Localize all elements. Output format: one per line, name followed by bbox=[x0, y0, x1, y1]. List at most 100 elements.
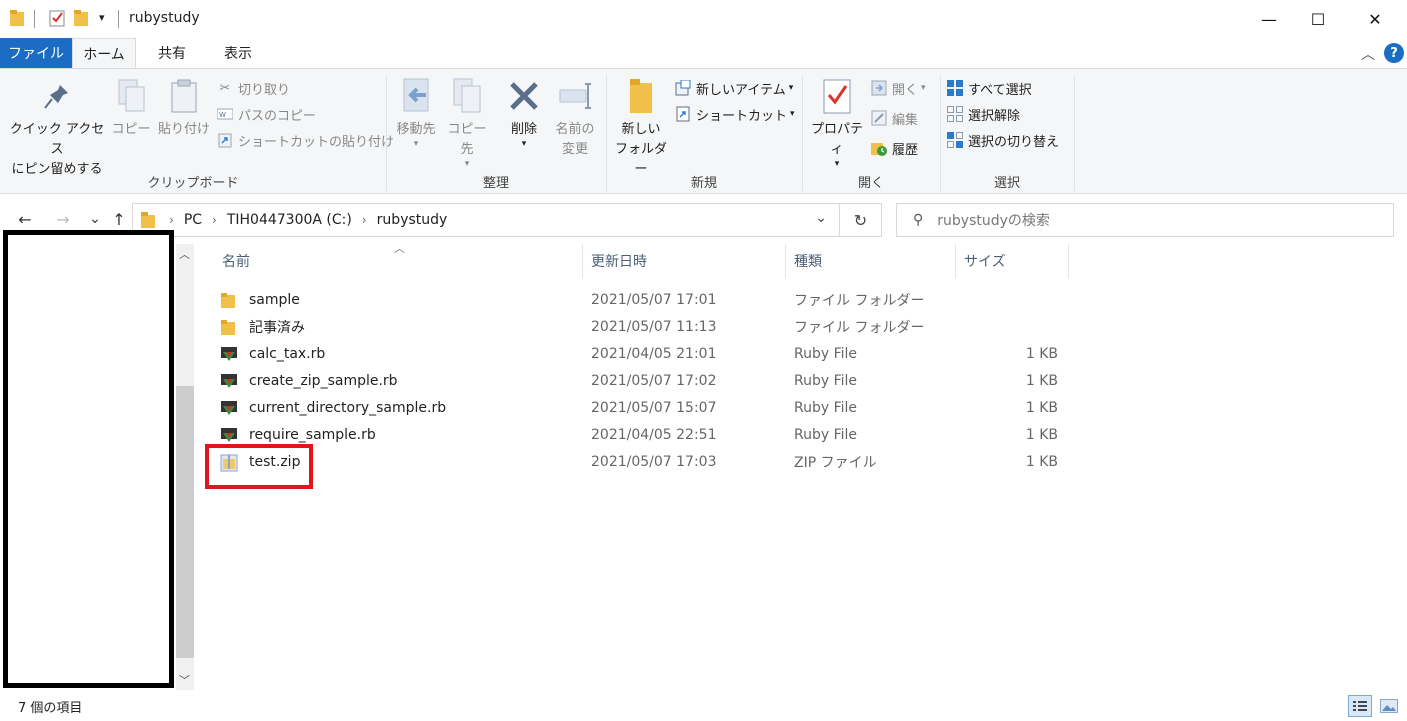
help-icon[interactable]: ? bbox=[1384, 43, 1404, 63]
close-button[interactable]: ✕ bbox=[1352, 0, 1398, 38]
rename-button[interactable]: 名前の 変更 bbox=[550, 75, 600, 160]
tab-view[interactable]: 表示 bbox=[210, 38, 266, 68]
move-to-icon bbox=[398, 75, 434, 117]
column-header-type[interactable]: 種類 bbox=[786, 244, 956, 278]
list-item[interactable]: 記事済み 2021/05/07 11:13 ファイル フォルダー bbox=[220, 313, 1070, 340]
copy-to-button[interactable]: コピー先 ▾ bbox=[442, 75, 492, 169]
cut-label: 切り取り bbox=[238, 82, 291, 98]
minimize-button[interactable]: — bbox=[1246, 0, 1292, 38]
new-item-label: 新しいアイテム bbox=[696, 82, 786, 98]
new-folder-label-line1: 新しい bbox=[621, 122, 661, 137]
list-item[interactable]: current_directory_sample.rb 2021/05/07 1… bbox=[220, 394, 1070, 421]
title-bar: ▾ rubystudy — ☐ ✕ bbox=[0, 0, 1407, 38]
chevron-down-icon: ▾ bbox=[413, 139, 419, 149]
history-button[interactable]: 履歴 bbox=[870, 137, 918, 159]
edit-icon bbox=[870, 109, 888, 127]
scroll-down-icon[interactable]: ﹀ bbox=[179, 672, 190, 688]
svg-text:W: W bbox=[219, 111, 226, 119]
paste-button[interactable]: 貼り付け bbox=[156, 75, 212, 140]
back-button[interactable]: ← bbox=[14, 207, 36, 231]
scroll-up-icon[interactable]: ︿ bbox=[179, 246, 190, 262]
ruby-file-icon bbox=[220, 400, 238, 416]
paste-label: 貼り付け bbox=[157, 122, 210, 137]
search-box[interactable]: ⚲ rubystudyの検索 bbox=[896, 203, 1394, 237]
select-none-button[interactable]: 選択解除 bbox=[946, 103, 1020, 125]
properties-button[interactable]: プロパティ ▾ bbox=[806, 75, 868, 169]
select-group-label: 選択 bbox=[993, 176, 1020, 191]
organize-group-label: 整理 bbox=[482, 176, 509, 191]
list-item[interactable]: calc_tax.rb 2021/04/05 21:01 Ruby File 1… bbox=[220, 340, 1070, 367]
open-group-label: 開く bbox=[857, 176, 884, 191]
breadcrumb-drive[interactable]: TIH0447300A (C:) bbox=[227, 212, 352, 228]
copy-path-button[interactable]: W パスのコピー bbox=[216, 103, 316, 125]
invert-selection-button[interactable]: 選択の切り替え bbox=[946, 129, 1059, 151]
delete-button[interactable]: 削除 ▾ bbox=[502, 75, 546, 149]
item-count: 7 個の項目 bbox=[18, 701, 83, 716]
pin-icon bbox=[39, 75, 75, 117]
copy-to-icon bbox=[449, 75, 485, 117]
breadcrumb-pc[interactable]: PC bbox=[184, 212, 202, 228]
divider bbox=[940, 75, 941, 191]
shortcut-button[interactable]: ショートカット ▾ bbox=[674, 103, 795, 125]
copy-button[interactable]: コピー bbox=[110, 75, 152, 140]
list-item[interactable]: test.zip 2021/05/07 17:03 ZIP ファイル 1 KB bbox=[220, 448, 1070, 475]
scrollbar-thumb[interactable] bbox=[176, 386, 194, 658]
file-size: 1 KB bbox=[1025, 426, 1058, 443]
properties-icon[interactable] bbox=[48, 9, 66, 27]
search-input[interactable]: rubystudyの検索 bbox=[937, 210, 1050, 230]
file-date: 2021/04/05 21:01 bbox=[591, 345, 717, 362]
folder-icon bbox=[10, 10, 24, 26]
file-type: Ruby File bbox=[794, 345, 858, 362]
column-header-name[interactable]: 名前 bbox=[214, 244, 583, 278]
divider bbox=[802, 75, 803, 191]
address-row: ← → ⌄ ↑ › PC › TIH0447300A (C:) › rubyst… bbox=[0, 195, 1407, 243]
address-dropdown-button[interactable]: ⌄ bbox=[815, 210, 827, 226]
column-header-date[interactable]: 更新日時 bbox=[583, 244, 786, 278]
tab-file[interactable]: ファイル bbox=[0, 38, 72, 68]
tab-home[interactable]: ホーム bbox=[72, 38, 136, 69]
list-item[interactable]: create_zip_sample.rb 2021/05/07 17:02 Ru… bbox=[220, 367, 1070, 394]
refresh-button[interactable]: ↻ bbox=[840, 203, 882, 237]
tab-share[interactable]: 共有 bbox=[144, 38, 200, 68]
chevron-down-icon[interactable]: ▾ bbox=[99, 11, 105, 24]
ribbon-collapse-icon[interactable]: ︿ bbox=[1361, 44, 1375, 64]
pin-label-line1: クイック アクセス bbox=[9, 122, 105, 157]
highlight-box bbox=[205, 444, 313, 489]
new-folder-icon[interactable] bbox=[74, 10, 88, 26]
address-bar[interactable]: › PC › TIH0447300A (C:) › rubystudy ⌄ bbox=[132, 203, 840, 237]
new-item-button[interactable]: 新しいアイテム ▾ bbox=[674, 77, 793, 99]
clipboard-group-label: クリップボード bbox=[147, 176, 239, 191]
up-button[interactable]: ↑ bbox=[108, 207, 130, 231]
new-folder-button[interactable]: 新しい フォルダー bbox=[610, 75, 672, 180]
chevron-down-icon: ▾ bbox=[921, 83, 926, 93]
window-title: rubystudy bbox=[129, 10, 200, 26]
ribbon: クイック アクセス にピン留めする コピー 貼り付け ✂ 切り取り W パスのコ… bbox=[0, 68, 1407, 194]
recent-locations-button[interactable]: ⌄ bbox=[84, 207, 106, 231]
maximize-button[interactable]: ☐ bbox=[1295, 0, 1341, 38]
invert-selection-label: 選択の切り替え bbox=[968, 134, 1060, 150]
file-size: 1 KB bbox=[1025, 345, 1058, 362]
paste-shortcut-label: ショートカットの貼り付け bbox=[238, 134, 395, 150]
list-item[interactable]: require_sample.rb 2021/04/05 22:51 Ruby … bbox=[220, 421, 1070, 448]
open-label: 開く bbox=[892, 82, 919, 98]
move-to-button[interactable]: 移動先 ▾ bbox=[390, 75, 442, 149]
select-none-label: 選択解除 bbox=[968, 108, 1021, 124]
history-icon bbox=[870, 139, 888, 157]
cut-button[interactable]: ✂ 切り取り bbox=[216, 77, 290, 99]
pin-to-quick-access-button[interactable]: クイック アクセス にピン留めする bbox=[8, 75, 106, 180]
large-icons-view-button[interactable] bbox=[1377, 695, 1401, 717]
edit-button[interactable]: 編集 bbox=[870, 107, 918, 129]
select-all-button[interactable]: すべて選択 bbox=[946, 77, 1032, 99]
file-size: 1 KB bbox=[1025, 399, 1058, 416]
column-header-size[interactable]: サイズ bbox=[956, 244, 1069, 278]
navigation-pane[interactable] bbox=[3, 230, 174, 688]
navigation-scrollbar[interactable]: ︿ ﹀ bbox=[176, 244, 194, 690]
forward-button[interactable]: → bbox=[52, 207, 74, 231]
breadcrumb-folder[interactable]: rubystudy bbox=[377, 212, 448, 228]
open-button[interactable]: 開く ▾ bbox=[870, 77, 926, 99]
list-item[interactable]: sample 2021/05/07 17:01 ファイル フォルダー bbox=[220, 286, 1070, 313]
paste-shortcut-button[interactable]: ショートカットの貼り付け bbox=[216, 129, 394, 151]
move-to-label: 移動先 bbox=[396, 122, 436, 137]
details-view-button[interactable] bbox=[1348, 695, 1372, 717]
ruby-file-icon bbox=[220, 373, 238, 389]
